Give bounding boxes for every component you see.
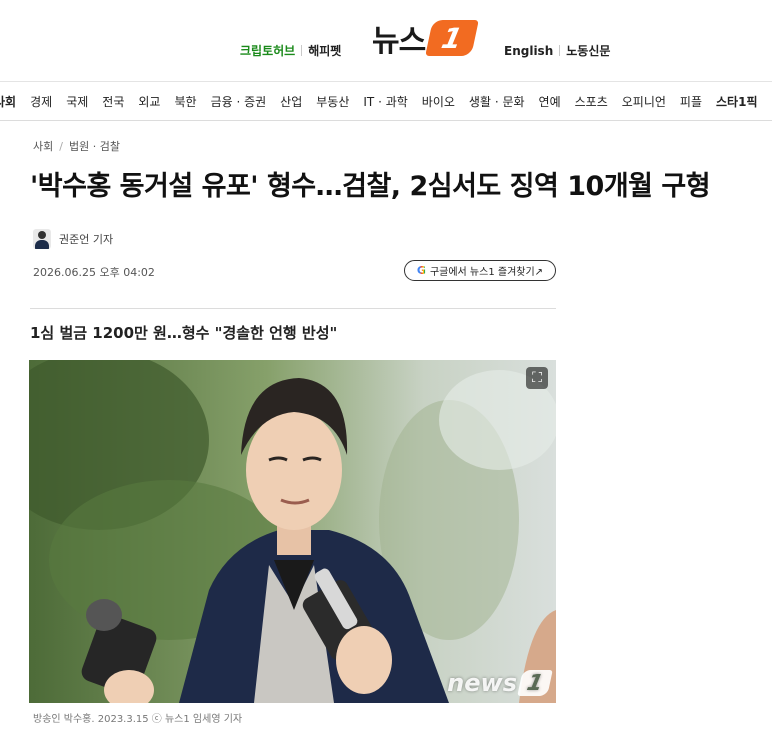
nav-item-national[interactable]: 전국 (102, 93, 124, 110)
watermark-badge: 1 (517, 670, 553, 696)
google-favorite-button[interactable]: G 구글에서 뉴스1 즐겨찾기↗ (404, 260, 556, 281)
nav-item-sports[interactable]: 스포츠 (575, 93, 608, 110)
watermark-text: news (447, 669, 517, 697)
nav-item-real-estate[interactable]: 부동산 (316, 93, 349, 110)
byline: 권준언 기자 (33, 229, 113, 249)
avatar-body (35, 240, 49, 249)
expand-icon[interactable]: ⛶ (526, 367, 548, 389)
nav-item-economy[interactable]: 경제 (30, 93, 52, 110)
rodong-link[interactable]: 노동신문 (566, 42, 610, 59)
article-subtitle: 1심 벌금 1200만 원…형수 "경솔한 언행 반성" (30, 324, 338, 342)
article-photo[interactable]: ⛶ news 1 (29, 360, 556, 703)
logo-badge: 1 (425, 20, 480, 56)
nav-item-entertainment[interactable]: 연예 (539, 93, 561, 110)
photo-caption: 방송인 박수홍. 2023.3.15 ⓒ 뉴스1 임세영 기자 (33, 714, 243, 725)
breadcrumb-separator: / (59, 139, 63, 153)
nav-item-people[interactable]: 피플 (680, 93, 702, 110)
happy-pet-link[interactable]: 해피펫 (308, 42, 341, 59)
header-right-links: English 노동신문 (504, 42, 610, 59)
divider (559, 45, 561, 56)
news1-watermark: news 1 (447, 669, 553, 697)
nav-item-finance[interactable]: 금융 · 증권 (211, 93, 267, 110)
author-name[interactable]: 권준언 기자 (59, 231, 113, 247)
publish-date: 2026.06.25 오후 04:02 (33, 266, 155, 279)
logo-text: 뉴스 (372, 24, 426, 59)
crypto-hub-link[interactable]: 크립토허브 (240, 42, 295, 59)
google-icon: G (416, 264, 426, 277)
nav-item-opinion[interactable]: 오피니언 (622, 93, 666, 110)
nav-item-star1pick[interactable]: 스타1픽 (716, 93, 757, 110)
breadcrumb-society[interactable]: 사회 (33, 138, 53, 154)
article-title: '박수홍 동거설 유포' 형수…검찰, 2심서도 징역 10개월 구형 (30, 171, 711, 202)
nav-item-diplomacy[interactable]: 외교 (138, 93, 160, 110)
divider (301, 45, 303, 56)
nav-item-bio[interactable]: 바이오 (422, 93, 455, 110)
section-divider (30, 308, 556, 309)
avatar-head (38, 231, 46, 239)
nav-item-life-culture[interactable]: 생활 · 문화 (469, 93, 525, 110)
news1-logo[interactable]: 뉴스 1 (372, 16, 480, 60)
photo-illustration (29, 360, 556, 703)
nav-item-it-science[interactable]: IT · 과학 (363, 93, 407, 110)
breadcrumb-court[interactable]: 법원 · 검찰 (69, 138, 120, 154)
site-header: 크립토허브 해피펫 뉴스 1 English 노동신문 (0, 0, 772, 82)
nav-item-north-korea[interactable]: 북한 (174, 93, 196, 110)
main-nav: 사회 경제 국제 전국 외교 북한 금융 · 증권 산업 부동산 IT · 과학… (0, 83, 772, 121)
nav-item-world[interactable]: 국제 (66, 93, 88, 110)
english-link[interactable]: English (504, 44, 553, 58)
breadcrumb: 사회 / 법원 · 검찰 (33, 138, 120, 154)
nav-item-society[interactable]: 사회 (0, 93, 16, 110)
google-favorite-label: 구글에서 뉴스1 즐겨찾기↗ (429, 267, 544, 278)
author-avatar[interactable] (33, 229, 51, 249)
nav-item-industry[interactable]: 산업 (280, 93, 302, 110)
header-left-links: 크립토허브 해피펫 (240, 42, 341, 59)
